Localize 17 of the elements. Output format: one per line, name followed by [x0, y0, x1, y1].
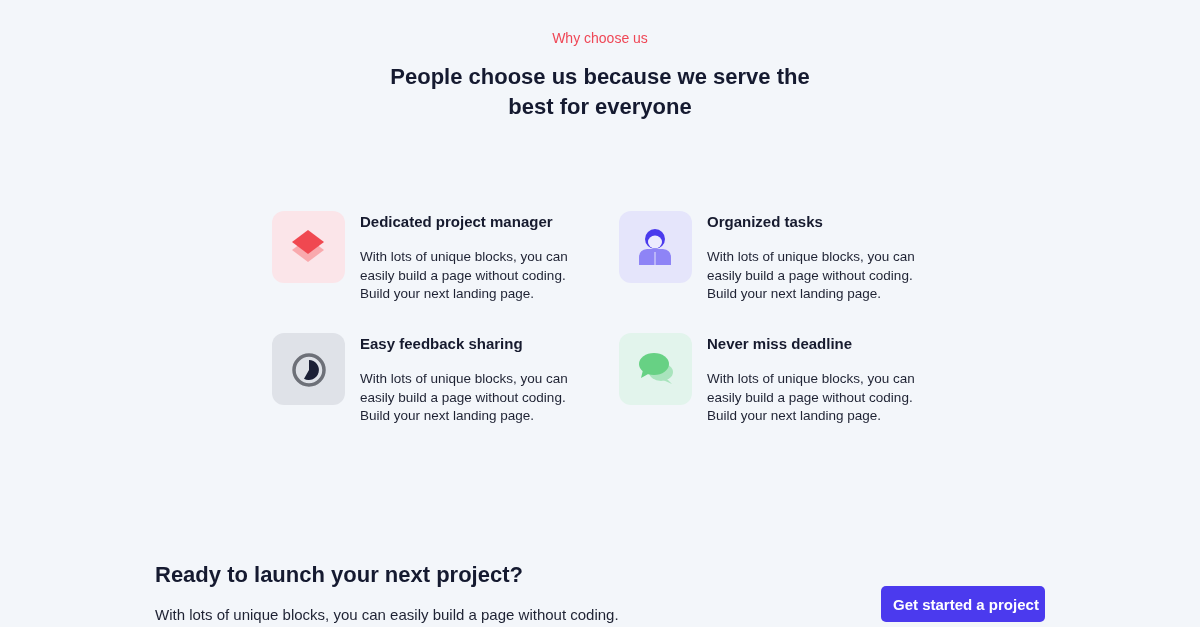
- section-label: Why choose us: [552, 29, 648, 48]
- feature-title: Dedicated project manager: [360, 212, 553, 232]
- section-heading: People choose us because we serve the best for everyone: [389, 63, 811, 121]
- cta-description: With lots of unique blocks, you can easily build a page without coding.: [155, 605, 619, 625]
- feature-title: Organized tasks: [707, 212, 823, 232]
- feature-title: Easy feedback sharing: [360, 334, 523, 354]
- layers-icon: [272, 211, 345, 283]
- feature-title: Never miss deadline: [707, 334, 853, 354]
- chat-bubbles-icon: [619, 333, 692, 405]
- feature-description: With lots of unique blocks, you can easily build a page without coding. Build your next landing page.: [707, 370, 916, 425]
- person-icon: [619, 211, 692, 283]
- cta-heading: Ready to launch your next project?: [155, 561, 523, 589]
- pie-chart-icon: [272, 333, 345, 405]
- feature-description: With lots of unique blocks, you can easily build a page without coding. Build your next landing page.: [360, 248, 569, 303]
- feature-description: With lots of unique blocks, you can easily build a page without coding. Build your next landing page.: [360, 370, 569, 425]
- get-started-button[interactable]: Get started a project: [881, 586, 1045, 622]
- feature-description: With lots of unique blocks, you can easily build a page without coding. Build your next landing page.: [707, 248, 916, 303]
